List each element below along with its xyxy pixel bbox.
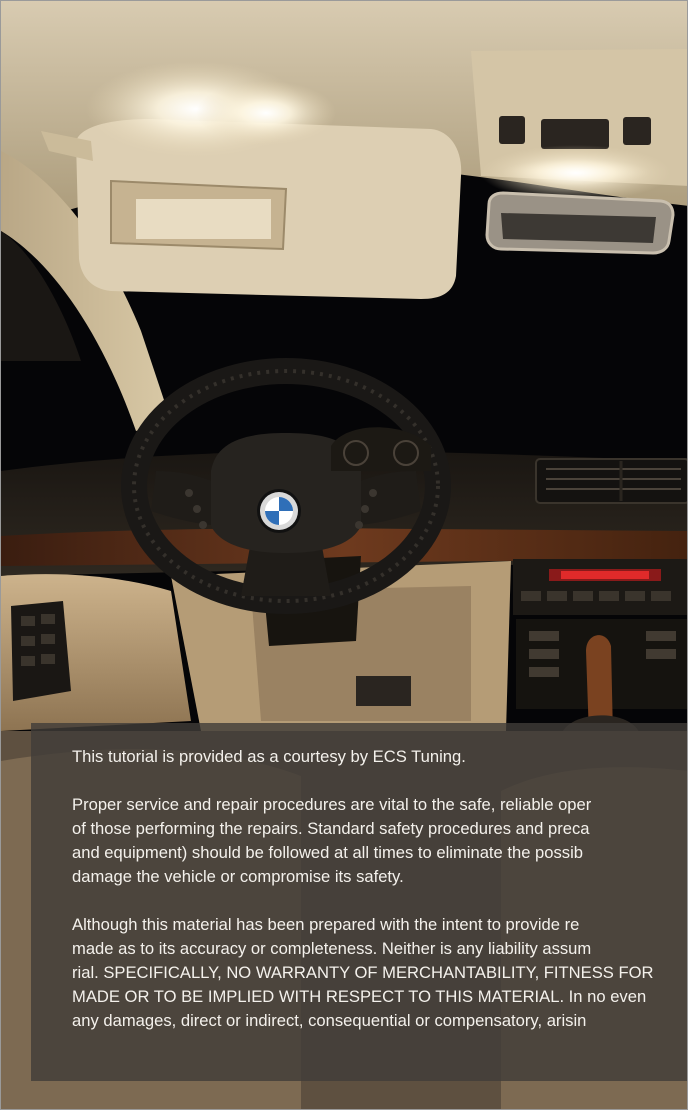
disclaimer-paragraph-2: Although this material has been prepared… [72, 913, 687, 1033]
disclaimer-line: and equipment) should be followed at all… [72, 843, 584, 862]
disclaimer-intro: This tutorial is provided as a courtesy … [72, 747, 466, 766]
disclaimer-line: damage the vehicle or compromise its saf… [72, 867, 404, 886]
disclaimer-paragraph-1: Proper service and repair procedures are… [72, 793, 687, 889]
document-page: This tutorial is provided as a courtesy … [0, 0, 688, 1110]
disclaimer-box: This tutorial is provided as a courtesy … [31, 723, 687, 1081]
disclaimer-line: Although this material has been prepared… [72, 915, 580, 934]
disclaimer-line: rial. SPECIFICALLY, NO WARRANTY OF MERCH… [72, 963, 654, 982]
disclaimer-line: MADE OR TO BE IMPLIED WITH RESPECT TO TH… [72, 987, 647, 1006]
disclaimer-line: any damages, direct or indirect, consequ… [72, 1011, 587, 1030]
disclaimer-line: of those performing the repairs. Standar… [72, 819, 590, 838]
disclaimer-line: Proper service and repair procedures are… [72, 795, 592, 814]
disclaimer-line: made as to its accuracy or completeness.… [72, 939, 592, 958]
